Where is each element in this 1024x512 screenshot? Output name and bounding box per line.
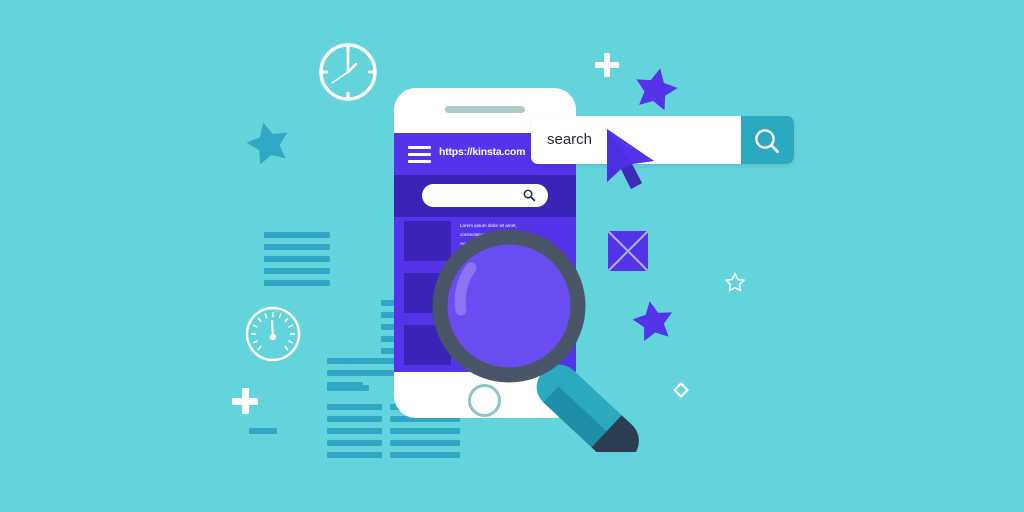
text-line [327,440,382,446]
plus-white-bottom [232,388,258,414]
text-lines-bottom-left [327,404,382,464]
search-submit-button[interactable] [741,116,794,164]
text-line [327,416,382,422]
text-line [327,385,369,391]
speedometer-icon [244,305,302,368]
clock-icon [316,40,380,109]
text-line [327,428,382,434]
hamburger-menu-icon[interactable] [408,146,431,163]
star-teal-left [246,120,290,169]
illustration-canvas: https://kinsta.com Lorem ipsum dolor sit… [0,0,1024,512]
hamburger-bar [408,160,431,163]
text-line [264,256,330,262]
star-purple-top [634,66,678,115]
text-line [264,232,330,238]
search-icon [523,189,536,202]
mouse-cursor [604,126,666,197]
hamburger-bar [408,153,431,156]
magnifier-icon [755,129,779,153]
diamond-outline-icon [672,381,690,403]
text-line [264,280,330,286]
phone-search-band [394,175,576,217]
star-outline-white [724,272,746,297]
text-lines-bottom [327,385,369,397]
text-lines-upper-left [264,232,330,292]
url-text: https://kinsta.com [439,146,526,158]
text-line [327,452,382,458]
plus-white-top [595,53,619,77]
text-line [327,404,382,410]
plus-bar-vertical [242,388,249,414]
text-line [249,428,277,434]
text-line [350,370,394,376]
text-line [264,244,330,250]
plus-bar-vertical [604,53,610,77]
speaker-grill [445,106,525,113]
magnifying-glass [425,222,675,472]
hamburger-bar [408,146,431,149]
text-line [264,268,330,274]
phone-search-input[interactable] [422,184,548,207]
text-lines-left-short [249,428,277,440]
search-input-text[interactable]: search [547,131,592,148]
